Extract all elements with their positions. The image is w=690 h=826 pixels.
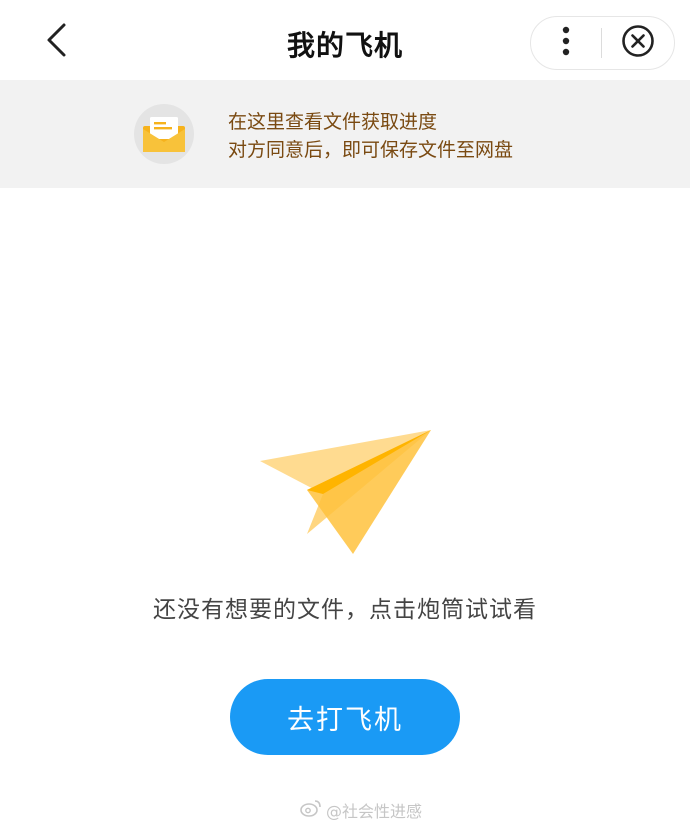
info-banner: 在这里查看文件获取进度 对方同意后，即可保存文件至网盘 <box>0 80 690 188</box>
more-vertical-icon <box>562 26 570 60</box>
weibo-icon <box>300 799 322 821</box>
screen: 我的飞机 在这里查看文件获取进度 对方同意后，即可保存文件至网盘 还没有想要的文… <box>0 0 690 826</box>
capsule-menu <box>530 16 675 70</box>
go-fly-button[interactable]: 去打飞机 <box>230 679 460 755</box>
mail-icon <box>134 104 194 164</box>
more-button[interactable] <box>531 17 601 69</box>
banner-line-1: 在这里查看文件获取进度 <box>228 111 438 133</box>
watermark: @社会性进感 <box>300 798 422 822</box>
close-button[interactable] <box>602 17 674 69</box>
banner-line-2: 对方同意后，即可保存文件至网盘 <box>228 139 514 161</box>
banner-message: 在这里查看文件获取进度 对方同意后，即可保存文件至网盘 <box>228 108 513 164</box>
paper-plane-icon <box>255 426 435 558</box>
close-circle-icon <box>621 24 655 62</box>
empty-message: 还没有想要的文件，点击炮筒试试看 <box>153 597 537 623</box>
top-bar: 我的飞机 <box>0 0 690 80</box>
watermark-text: @社会性进感 <box>326 802 423 821</box>
